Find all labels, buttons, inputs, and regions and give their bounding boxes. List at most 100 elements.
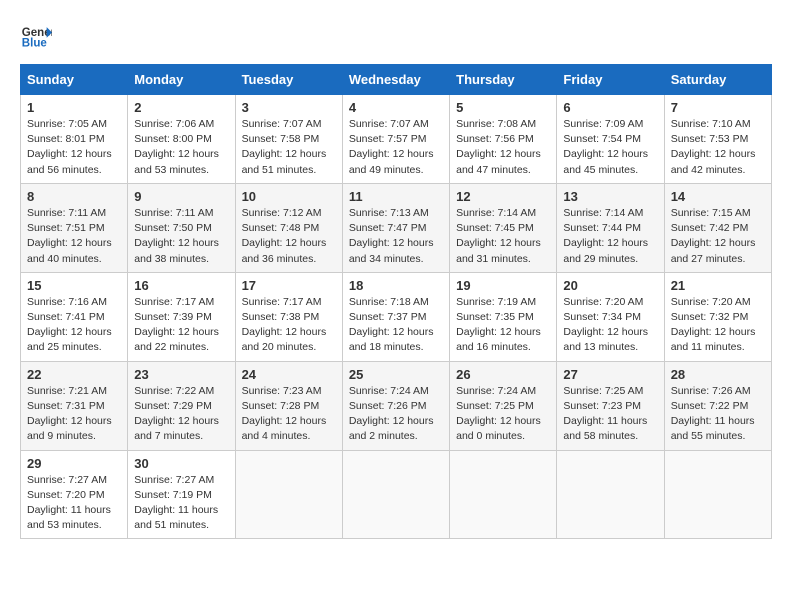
weekday-header-tuesday: Tuesday bbox=[235, 65, 342, 95]
weekday-header-thursday: Thursday bbox=[450, 65, 557, 95]
cell-info: Sunrise: 7:15 AMSunset: 7:42 PMDaylight:… bbox=[671, 206, 765, 267]
day-number: 29 bbox=[27, 456, 121, 471]
cell-info: Sunrise: 7:14 AMSunset: 7:44 PMDaylight:… bbox=[563, 206, 657, 267]
calendar-cell bbox=[450, 450, 557, 539]
calendar-cell: 2 Sunrise: 7:06 AMSunset: 8:00 PMDaylight… bbox=[128, 95, 235, 184]
page-header: General Blue bbox=[20, 20, 772, 52]
cell-info: Sunrise: 7:18 AMSunset: 7:37 PMDaylight:… bbox=[349, 295, 443, 356]
logo: General Blue bbox=[20, 20, 52, 52]
weekday-header-friday: Friday bbox=[557, 65, 664, 95]
day-number: 11 bbox=[349, 189, 443, 204]
calendar-cell: 8 Sunrise: 7:11 AMSunset: 7:51 PMDaylight… bbox=[21, 183, 128, 272]
day-number: 3 bbox=[242, 100, 336, 115]
calendar-week-2: 8 Sunrise: 7:11 AMSunset: 7:51 PMDaylight… bbox=[21, 183, 772, 272]
day-number: 18 bbox=[349, 278, 443, 293]
day-number: 30 bbox=[134, 456, 228, 471]
calendar-week-1: 1 Sunrise: 7:05 AMSunset: 8:01 PMDaylight… bbox=[21, 95, 772, 184]
calendar-cell: 21Sunrise: 7:20 AMSunset: 7:32 PMDayligh… bbox=[664, 272, 771, 361]
cell-info: Sunrise: 7:09 AMSunset: 7:54 PMDaylight:… bbox=[563, 117, 657, 178]
cell-info: Sunrise: 7:16 AMSunset: 7:41 PMDaylight:… bbox=[27, 295, 121, 356]
calendar-cell: 18 Sunrise: 7:18 AMSunset: 7:37 PMDayligh… bbox=[342, 272, 449, 361]
calendar-cell: 9 Sunrise: 7:11 AMSunset: 7:50 PMDaylight… bbox=[128, 183, 235, 272]
cell-info: Sunrise: 7:17 AMSunset: 7:38 PMDaylight:… bbox=[242, 295, 336, 356]
cell-info: Sunrise: 7:23 AMSunset: 7:28 PMDaylight:… bbox=[242, 384, 336, 445]
day-number: 24 bbox=[242, 367, 336, 382]
calendar-cell: 23 Sunrise: 7:22 AMSunset: 7:29 PMDayligh… bbox=[128, 361, 235, 450]
cell-info: Sunrise: 7:07 AMSunset: 7:57 PMDaylight:… bbox=[349, 117, 443, 178]
calendar-cell: 7 Sunrise: 7:10 AMSunset: 7:53 PMDaylight… bbox=[664, 95, 771, 184]
calendar-cell: 5 Sunrise: 7:08 AMSunset: 7:56 PMDaylight… bbox=[450, 95, 557, 184]
cell-info: Sunrise: 7:11 AMSunset: 7:50 PMDaylight:… bbox=[134, 206, 228, 267]
cell-info: Sunrise: 7:10 AMSunset: 7:53 PMDaylight:… bbox=[671, 117, 765, 178]
calendar-cell bbox=[557, 450, 664, 539]
day-number: 19 bbox=[456, 278, 550, 293]
calendar-cell: 1 Sunrise: 7:05 AMSunset: 8:01 PMDaylight… bbox=[21, 95, 128, 184]
calendar-cell bbox=[235, 450, 342, 539]
calendar-cell: 29 Sunrise: 7:27 AMSunset: 7:20 PMDayligh… bbox=[21, 450, 128, 539]
day-number: 25 bbox=[349, 367, 443, 382]
day-number: 8 bbox=[27, 189, 121, 204]
day-number: 28 bbox=[671, 367, 765, 382]
day-number: 26 bbox=[456, 367, 550, 382]
calendar-cell: 28Sunrise: 7:26 AMSunset: 7:22 PMDayligh… bbox=[664, 361, 771, 450]
cell-info: Sunrise: 7:24 AMSunset: 7:26 PMDaylight:… bbox=[349, 384, 443, 445]
cell-info: Sunrise: 7:22 AMSunset: 7:29 PMDaylight:… bbox=[134, 384, 228, 445]
calendar-cell: 19 Sunrise: 7:19 AMSunset: 7:35 PMDayligh… bbox=[450, 272, 557, 361]
svg-text:Blue: Blue bbox=[22, 38, 48, 50]
calendar-cell: 26 Sunrise: 7:24 AMSunset: 7:25 PMDayligh… bbox=[450, 361, 557, 450]
day-number: 14 bbox=[671, 189, 765, 204]
day-number: 1 bbox=[27, 100, 121, 115]
cell-info: Sunrise: 7:25 AMSunset: 7:23 PMDaylight:… bbox=[563, 384, 657, 445]
cell-info: Sunrise: 7:12 AMSunset: 7:48 PMDaylight:… bbox=[242, 206, 336, 267]
calendar-cell: 11Sunrise: 7:13 AMSunset: 7:47 PMDayligh… bbox=[342, 183, 449, 272]
day-number: 9 bbox=[134, 189, 228, 204]
weekday-header-monday: Monday bbox=[128, 65, 235, 95]
cell-info: Sunrise: 7:07 AMSunset: 7:58 PMDaylight:… bbox=[242, 117, 336, 178]
day-number: 16 bbox=[134, 278, 228, 293]
calendar-cell: 15Sunrise: 7:16 AMSunset: 7:41 PMDayligh… bbox=[21, 272, 128, 361]
day-number: 22 bbox=[27, 367, 121, 382]
calendar-cell: 27 Sunrise: 7:25 AMSunset: 7:23 PMDayligh… bbox=[557, 361, 664, 450]
calendar-cell: 16 Sunrise: 7:17 AMSunset: 7:39 PMDayligh… bbox=[128, 272, 235, 361]
cell-info: Sunrise: 7:24 AMSunset: 7:25 PMDaylight:… bbox=[456, 384, 550, 445]
day-number: 12 bbox=[456, 189, 550, 204]
day-number: 7 bbox=[671, 100, 765, 115]
day-number: 27 bbox=[563, 367, 657, 382]
calendar-cell: 24 Sunrise: 7:23 AMSunset: 7:28 PMDayligh… bbox=[235, 361, 342, 450]
calendar-cell: 22 Sunrise: 7:21 AMSunset: 7:31 PMDayligh… bbox=[21, 361, 128, 450]
cell-info: Sunrise: 7:17 AMSunset: 7:39 PMDaylight:… bbox=[134, 295, 228, 356]
calendar-cell: 13 Sunrise: 7:14 AMSunset: 7:44 PMDayligh… bbox=[557, 183, 664, 272]
calendar-cell: 4 Sunrise: 7:07 AMSunset: 7:57 PMDaylight… bbox=[342, 95, 449, 184]
cell-info: Sunrise: 7:21 AMSunset: 7:31 PMDaylight:… bbox=[27, 384, 121, 445]
cell-info: Sunrise: 7:08 AMSunset: 7:56 PMDaylight:… bbox=[456, 117, 550, 178]
day-number: 5 bbox=[456, 100, 550, 115]
day-number: 21 bbox=[671, 278, 765, 293]
calendar-table: SundayMondayTuesdayWednesdayThursdayFrid… bbox=[20, 64, 772, 539]
day-number: 2 bbox=[134, 100, 228, 115]
day-number: 10 bbox=[242, 189, 336, 204]
calendar-week-5: 29 Sunrise: 7:27 AMSunset: 7:20 PMDayligh… bbox=[21, 450, 772, 539]
calendar-cell: 3 Sunrise: 7:07 AMSunset: 7:58 PMDaylight… bbox=[235, 95, 342, 184]
cell-info: Sunrise: 7:05 AMSunset: 8:01 PMDaylight:… bbox=[27, 117, 121, 178]
weekday-header-saturday: Saturday bbox=[664, 65, 771, 95]
calendar-cell bbox=[342, 450, 449, 539]
calendar-cell: 25 Sunrise: 7:24 AMSunset: 7:26 PMDayligh… bbox=[342, 361, 449, 450]
logo-icon: General Blue bbox=[20, 20, 52, 52]
cell-info: Sunrise: 7:14 AMSunset: 7:45 PMDaylight:… bbox=[456, 206, 550, 267]
cell-info: Sunrise: 7:06 AMSunset: 8:00 PMDaylight:… bbox=[134, 117, 228, 178]
cell-info: Sunrise: 7:11 AMSunset: 7:51 PMDaylight:… bbox=[27, 206, 121, 267]
cell-info: Sunrise: 7:20 AMSunset: 7:34 PMDaylight:… bbox=[563, 295, 657, 356]
cell-info: Sunrise: 7:27 AMSunset: 7:20 PMDaylight:… bbox=[27, 473, 121, 534]
calendar-cell: 20Sunrise: 7:20 AMSunset: 7:34 PMDayligh… bbox=[557, 272, 664, 361]
cell-info: Sunrise: 7:19 AMSunset: 7:35 PMDaylight:… bbox=[456, 295, 550, 356]
calendar-cell: 6Sunrise: 7:09 AMSunset: 7:54 PMDaylight… bbox=[557, 95, 664, 184]
cell-info: Sunrise: 7:27 AMSunset: 7:19 PMDaylight:… bbox=[134, 473, 228, 534]
day-number: 4 bbox=[349, 100, 443, 115]
calendar-week-4: 22 Sunrise: 7:21 AMSunset: 7:31 PMDayligh… bbox=[21, 361, 772, 450]
calendar-week-3: 15Sunrise: 7:16 AMSunset: 7:41 PMDayligh… bbox=[21, 272, 772, 361]
calendar-cell: 10 Sunrise: 7:12 AMSunset: 7:48 PMDayligh… bbox=[235, 183, 342, 272]
calendar-cell: 14 Sunrise: 7:15 AMSunset: 7:42 PMDayligh… bbox=[664, 183, 771, 272]
weekday-header-wednesday: Wednesday bbox=[342, 65, 449, 95]
day-number: 23 bbox=[134, 367, 228, 382]
day-number: 13 bbox=[563, 189, 657, 204]
